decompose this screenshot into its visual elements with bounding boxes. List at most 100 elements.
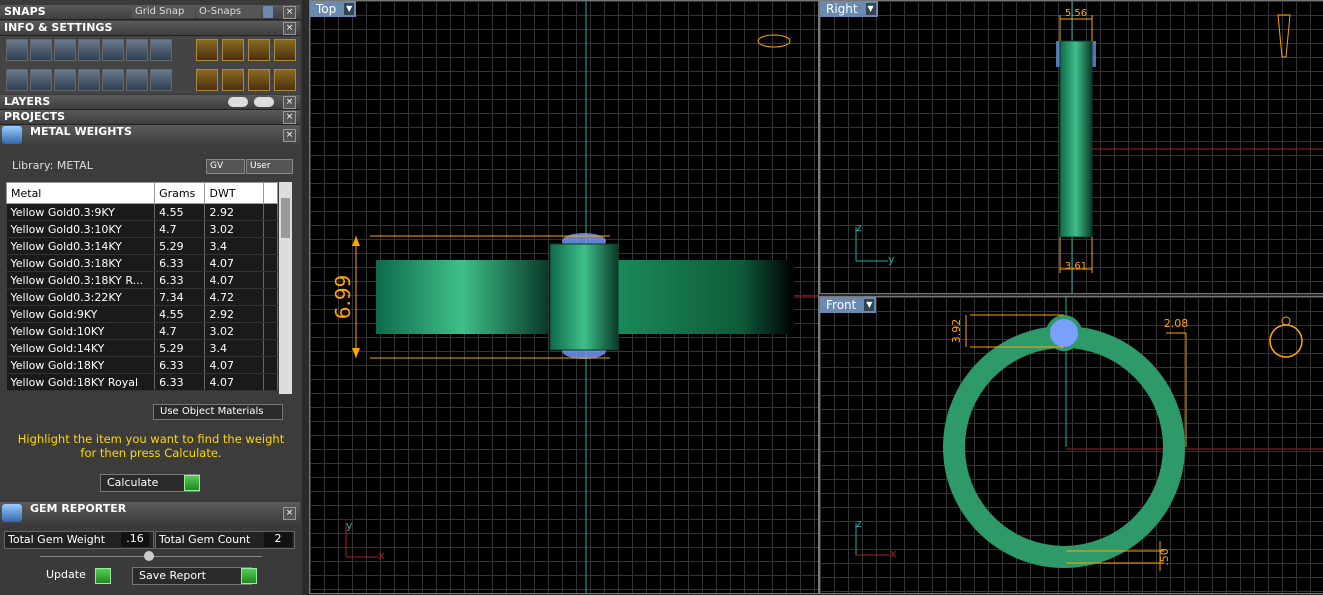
transform-icon[interactable] — [274, 69, 296, 91]
box-icon[interactable] — [78, 39, 100, 61]
slider-handle[interactable] — [144, 551, 154, 561]
use-object-materials-toggle[interactable]: Use Object Materials — [153, 404, 283, 420]
snap-tool-icon[interactable] — [274, 39, 296, 61]
table-cell: Yellow Gold0.3:10KY — [6, 220, 156, 238]
transform-icon[interactable] — [222, 69, 244, 91]
edit-icon[interactable] — [126, 39, 148, 61]
table-row[interactable]: Yellow Gold0.3:10KY 4.7 3.02 — [6, 220, 279, 238]
o-snaps-toggle[interactable]: O-Snaps — [196, 6, 261, 18]
close-icon[interactable]: × — [283, 129, 296, 142]
viewport-right[interactable]: Right ▼ 5.56 3.61 z y — [819, 0, 1323, 294]
monitor-icon[interactable] — [30, 69, 52, 91]
table-cell: 6.33 — [154, 356, 206, 374]
table-cell: 4.7 — [154, 220, 206, 238]
viewport-front[interactable]: Front ▼ 3.92 2.08 .50 z x — [819, 296, 1323, 594]
axis-x-label: x — [378, 549, 385, 562]
column-header-spacer — [262, 182, 279, 204]
grid-snap-toggle[interactable]: Grid Snap — [132, 6, 195, 18]
select-icon[interactable] — [126, 69, 148, 91]
play-icon[interactable] — [184, 475, 200, 491]
column-header-grams[interactable]: Grams — [154, 182, 206, 204]
close-icon[interactable]: × — [283, 22, 296, 35]
table-row[interactable]: Yellow Gold:18KY 6.33 4.07 — [6, 356, 279, 374]
eye-icon[interactable] — [254, 97, 274, 107]
metal-weights-title: METAL WEIGHTS — [30, 125, 132, 138]
user-toggle[interactable]: User — [246, 159, 293, 174]
table-row[interactable]: Yellow Gold0.3:18KY R... 6.33 4.07 — [6, 271, 279, 289]
table-row[interactable]: Yellow Gold0.3:22KY 7.34 4.72 — [6, 288, 279, 306]
close-icon[interactable]: × — [283, 6, 296, 19]
close-icon[interactable]: × — [283, 111, 296, 124]
table-row[interactable]: Yellow Gold:10KY 4.7 3.02 — [6, 322, 279, 340]
table-cell: 3.4 — [204, 237, 264, 255]
front-view-drawing: 3.92 2.08 .50 z x — [855, 297, 1323, 571]
metal-weights-header[interactable]: METAL WEIGHTS × — [0, 125, 300, 145]
table-cell: 2.92 — [204, 203, 264, 221]
cube-icon[interactable] — [54, 69, 76, 91]
table-cell: Yellow Gold0.3:14KY — [6, 237, 156, 255]
projects-header[interactable]: PROJECTS × — [0, 110, 300, 125]
transform-icon[interactable] — [248, 69, 270, 91]
eye-icon[interactable] — [228, 97, 248, 107]
cube-icon[interactable] — [150, 39, 172, 61]
close-icon[interactable]: × — [283, 96, 296, 109]
table-row[interactable]: Yellow Gold0.3:18KY 6.33 4.07 — [6, 254, 279, 272]
transform-icon[interactable] — [196, 69, 218, 91]
gem-reporter-icon — [2, 504, 22, 522]
snap-tool-icon[interactable] — [248, 39, 270, 61]
document-icon[interactable] — [102, 39, 124, 61]
metal-table: Metal Grams DWT Yellow Gold0.3:9KY 4.55 2.… — [5, 182, 279, 391]
total-gem-count-value: 2 — [264, 532, 292, 547]
gem-reporter-header[interactable]: GEM REPORTER × — [0, 502, 300, 524]
table-row[interactable]: Yellow Gold:14KY 5.29 3.4 — [6, 339, 279, 357]
total-gem-count-label: Total Gem Count — [159, 533, 251, 546]
viewport-top[interactable]: Top ▼ 6.99 y x — [309, 0, 819, 594]
table-cell: 6.33 — [154, 271, 206, 289]
table-cell-spacer — [263, 356, 279, 374]
table-cell-spacer — [263, 339, 279, 357]
printer-icon[interactable] — [54, 39, 76, 61]
axis-z-label: z — [856, 221, 862, 234]
search-icon[interactable] — [30, 39, 52, 61]
table-row[interactable]: Yellow Gold:18KY Royal 6.33 4.07 — [6, 373, 279, 391]
front-dimension-left: 3.92 — [950, 319, 963, 344]
snaps-header[interactable]: SNAPS Grid Snap O-Snaps × — [0, 5, 300, 20]
info-header[interactable]: INFO & SETTINGS × — [0, 21, 300, 36]
layers-title: LAYERS — [4, 95, 51, 108]
library-label: Library: METAL — [12, 159, 93, 172]
table-scrollbar[interactable] — [279, 182, 292, 394]
snap-tool-icon[interactable] — [222, 39, 244, 61]
axis-x-label: x — [890, 547, 897, 560]
settings-icon[interactable] — [6, 39, 28, 61]
gv-toggle[interactable]: GV — [206, 159, 245, 174]
toolbar — [0, 36, 300, 94]
play-icon[interactable] — [241, 568, 257, 584]
table-cell: 7.34 — [154, 288, 206, 306]
layers-header[interactable]: LAYERS × — [0, 95, 300, 110]
scrollbar-thumb[interactable] — [281, 198, 290, 238]
grid-icon[interactable] — [6, 69, 28, 91]
table-row[interactable]: Yellow Gold0.3:14KY 5.29 3.4 — [6, 237, 279, 255]
table-cell: 6.33 — [154, 254, 206, 272]
table-cell-spacer — [263, 237, 279, 255]
column-header-dwt[interactable]: DWT — [204, 182, 264, 204]
table-cell-spacer — [263, 373, 279, 391]
close-icon[interactable]: × — [283, 507, 296, 520]
save-report-button[interactable]: Save Report — [132, 567, 252, 585]
table-cell: 4.72 — [204, 288, 264, 306]
table-row[interactable]: Yellow Gold:9KY 4.55 2.92 — [6, 305, 279, 323]
table-row[interactable]: Yellow Gold0.3:9KY 4.55 2.92 — [6, 203, 279, 221]
play-icon[interactable] — [95, 568, 111, 584]
book-icon[interactable] — [78, 69, 100, 91]
table-cell: 4.07 — [204, 356, 264, 374]
table-header-row: Metal Grams DWT — [5, 182, 279, 204]
table-cell: 3.02 — [204, 220, 264, 238]
column-header-metal[interactable]: Metal — [5, 182, 156, 204]
table-cell: 5.29 — [154, 339, 206, 357]
list-icon[interactable] — [150, 69, 172, 91]
filter-icon[interactable] — [102, 69, 124, 91]
total-gem-count: Total Gem Count 2 — [155, 531, 295, 549]
snap-tool-icon[interactable] — [196, 39, 218, 61]
info-title: INFO & SETTINGS — [4, 21, 113, 34]
snaps-option-icon[interactable] — [263, 6, 273, 18]
